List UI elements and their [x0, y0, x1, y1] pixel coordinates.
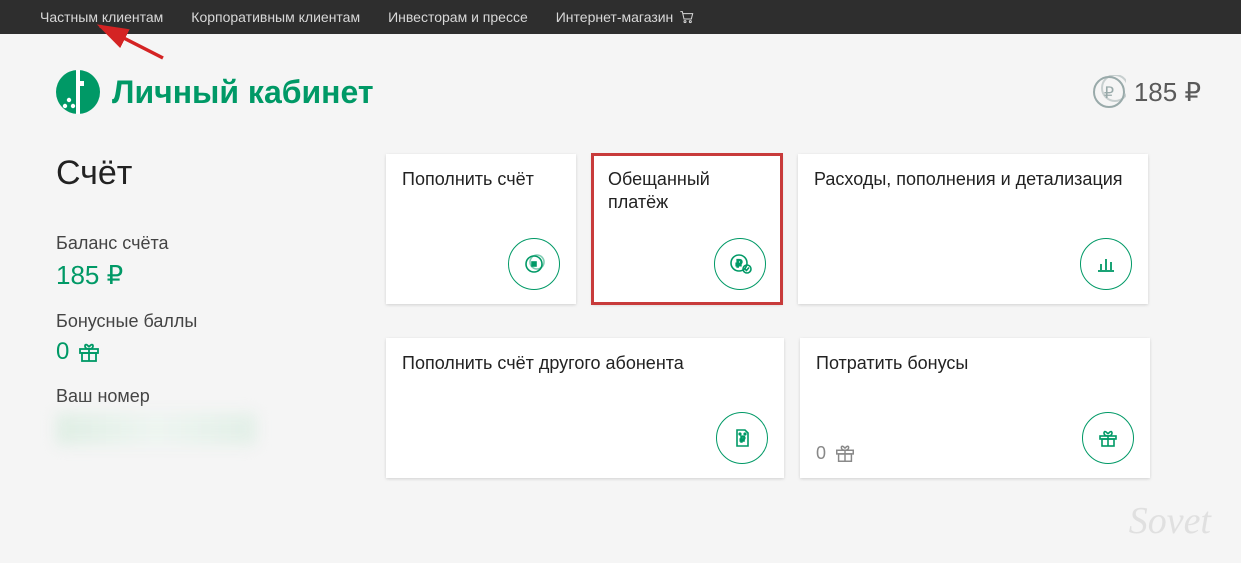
gift-circle-icon: [1082, 412, 1134, 464]
card-topup-other[interactable]: Пополнить счёт другого абонента ₽: [386, 338, 784, 478]
card-promised-payment[interactable]: Обещанный платёж ₽: [592, 154, 782, 304]
gift-icon: [77, 340, 101, 364]
phone-number-redacted: [56, 413, 256, 445]
sidebar: Счёт Баланс счёта 185 ₽ Бонусные баллы 0…: [56, 154, 286, 445]
balance-label: Баланс счёта: [56, 233, 286, 254]
logo-title: Личный кабинет: [56, 70, 374, 114]
nav-investors-press[interactable]: Инвесторам и прессе: [388, 9, 528, 25]
bonus-count-value: 0: [816, 443, 826, 464]
bar-chart-icon: [1080, 238, 1132, 290]
nav-item-label: Частным клиентам: [40, 9, 163, 25]
card-title: Потратить бонусы: [816, 352, 1134, 375]
nav-private-clients[interactable]: Частным клиентам: [40, 9, 163, 25]
nav-item-label: Интернет-магазин: [556, 9, 674, 25]
balance-amount: 185 ₽: [1134, 77, 1201, 108]
cards-area: Пополнить счёт Обещанный платёж: [386, 154, 1201, 512]
nav-item-label: Инвесторам и прессе: [388, 9, 528, 25]
sim-ruble-icon: ₽: [716, 412, 768, 464]
ruble-check-icon: ₽: [714, 238, 766, 290]
nav-item-label: Корпоративным клиентам: [191, 9, 360, 25]
svg-text:₽: ₽: [1104, 85, 1114, 102]
card-spend-bonuses[interactable]: Потратить бонусы 0: [800, 338, 1150, 478]
card-topup-account[interactable]: Пополнить счёт: [386, 154, 576, 304]
header-row: Личный кабинет ₽ 185 ₽: [56, 70, 1201, 114]
card-title: Обещанный платёж: [608, 168, 766, 215]
card-expenses-details[interactable]: Расходы, пополнения и детализация: [798, 154, 1148, 304]
top-nav: Частным клиентам Корпоративным клиентам …: [0, 0, 1241, 34]
cart-icon: [679, 10, 695, 24]
card-bonus-count: 0: [816, 442, 856, 464]
card-title: Расходы, пополнения и детализация: [814, 168, 1132, 191]
bonus-value: 0: [56, 338, 69, 366]
phone-label: Ваш номер: [56, 386, 286, 407]
balance-badge[interactable]: ₽ 185 ₽: [1092, 75, 1201, 109]
svg-text:₽: ₽: [740, 435, 745, 444]
nav-online-store[interactable]: Интернет-магазин: [556, 9, 696, 25]
page-title: Личный кабинет: [112, 74, 374, 111]
card-title: Пополнить счёт: [402, 168, 560, 191]
brand-logo-icon: [56, 70, 100, 114]
nav-corporate-clients[interactable]: Корпоративным клиентам: [191, 9, 360, 25]
card-title: Пополнить счёт другого абонента: [402, 352, 768, 375]
bonus-label: Бонусные баллы: [56, 311, 286, 332]
bonus-value-row: 0: [56, 338, 286, 366]
balance-value: 185 ₽: [56, 260, 286, 291]
coin-icon: [508, 238, 560, 290]
gift-icon: [834, 442, 856, 464]
section-title: Счёт: [56, 154, 286, 193]
ruble-icon: ₽: [1092, 75, 1126, 109]
svg-text:₽: ₽: [736, 259, 743, 270]
